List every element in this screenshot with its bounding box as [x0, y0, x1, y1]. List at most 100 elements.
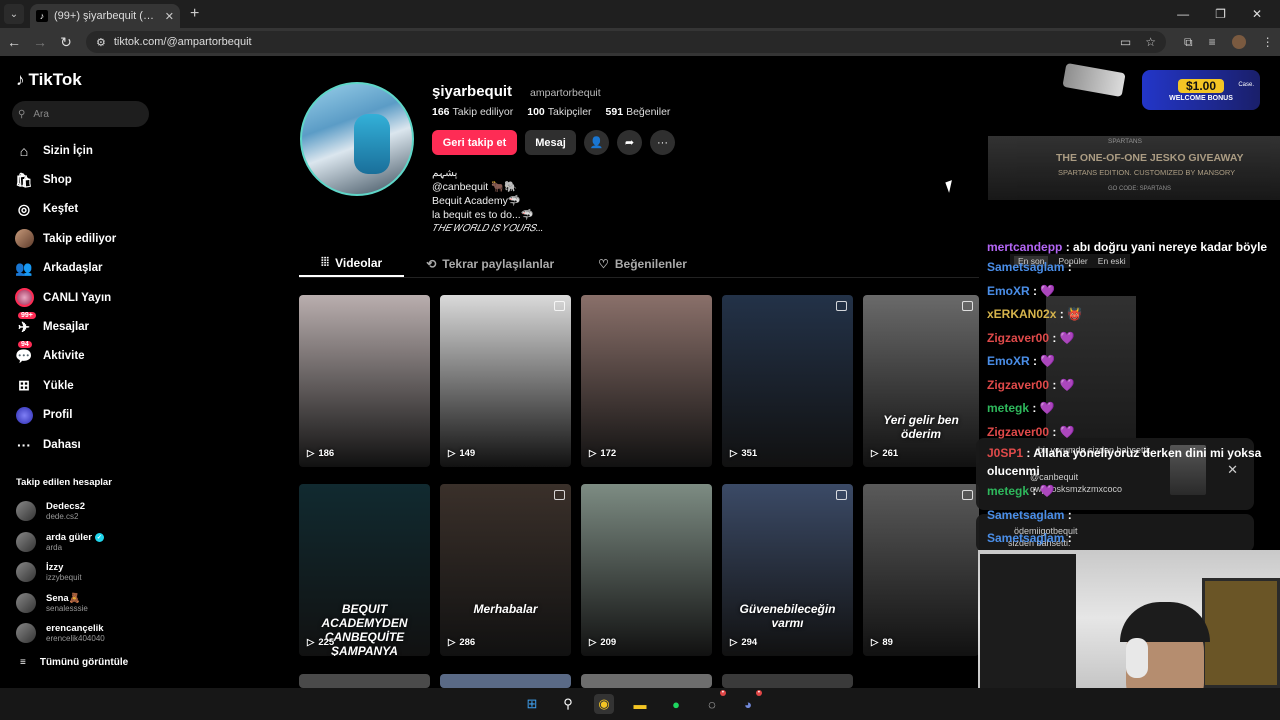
browser-menu-icon[interactable]: ⋮ [1262, 35, 1274, 50]
video-card[interactable]: BEQUIT ACADEMYDEN CANBEQUİTE ŞAMPANYA ▷ 22… [299, 484, 430, 656]
reload-icon[interactable]: ↻ [54, 34, 78, 51]
nav-item-messages[interactable]: ✈ 99+ Mesajlar [14, 312, 164, 341]
video-card-partial[interactable] [722, 674, 853, 688]
site-info-icon[interactable]: ⚙ [96, 36, 106, 49]
following-account[interactable]: Sena🧸 senalesssie [16, 588, 105, 619]
new-tab-button[interactable]: + [190, 5, 199, 23]
chat-username[interactable]: metegk [987, 401, 1029, 415]
chat-username[interactable]: EmoXR [987, 284, 1030, 298]
following-account[interactable]: İzzy izzybequit [16, 557, 105, 588]
nav-item-profile[interactable]: Profil [14, 401, 164, 430]
obs-icon[interactable]: ◌ • [702, 690, 726, 714]
close-tab-icon[interactable]: ✕ [165, 10, 174, 23]
bookmark-star-icon[interactable]: ☆ [1145, 35, 1156, 49]
video-card[interactable]: ▷ 89 [863, 484, 979, 656]
discord-icon[interactable]: ◕ • [738, 690, 762, 714]
reading-list-icon[interactable]: ≡ [1209, 35, 1216, 50]
follow-back-button[interactable]: Geri takip et [432, 130, 517, 155]
bio-line[interactable]: @canbequit 🐂🐘 [432, 180, 543, 194]
video-card[interactable]: ▷ 186 [299, 295, 430, 467]
browser-tab[interactable]: ♪ (99+) şiyarbequit (@ampartorbe ✕ [30, 4, 180, 28]
chat-username[interactable]: Sametsaglam [987, 508, 1064, 522]
chat-username[interactable]: mertcandepp [987, 240, 1062, 254]
extensions-icon[interactable]: ⧉ [1184, 35, 1193, 50]
verified-badge-icon: ✓ [94, 532, 104, 542]
video-card-partial[interactable] [299, 674, 430, 688]
stat-label: Takipçiler [547, 106, 592, 118]
see-all-button[interactable]: ≡ Tümünü görüntüle [20, 657, 128, 668]
window-controls: — ❐ ✕ [1177, 7, 1280, 21]
banner-text: WELCOME BONUS [1169, 94, 1233, 102]
minimize-icon[interactable]: — [1177, 7, 1189, 21]
chat-username[interactable]: Zigzaver00 [987, 378, 1049, 392]
following-accounts-list: Dedecs2 dede.cs2 arda güler ✓ arda İzzy izzy… [16, 496, 105, 649]
close-window-icon[interactable]: ✕ [1252, 7, 1262, 21]
view-count-value: 261 [882, 448, 899, 459]
video-card[interactable]: ▷ 172 [581, 295, 712, 467]
stat-value: 591 [605, 106, 624, 118]
nav-item-more[interactable]: ··· Dahası [14, 430, 164, 459]
chat-username[interactable]: EmoXR [987, 354, 1030, 368]
play-icon: ▷ [871, 448, 879, 459]
stat-followers[interactable]: 100 Takipçiler [527, 106, 591, 118]
stat-following[interactable]: 166 Takip ediliyor [432, 106, 513, 118]
view-count-value: 186 [318, 448, 335, 459]
casino-banner: $1.00 WELCOME BONUS Case. [1062, 60, 1260, 112]
tab-reposts[interactable]: ⟲ Tekrar paylaşılanlar [404, 250, 576, 277]
chat-username[interactable]: metegk [987, 484, 1029, 498]
account-handle: dede.cs2 [46, 512, 79, 522]
nav-item-explore[interactable]: ◎ Keşfet [14, 195, 164, 224]
back-icon[interactable]: ← [2, 34, 26, 50]
taskbar-search-icon[interactable]: ⚲ [558, 694, 578, 714]
cast-icon[interactable]: ▭ [1120, 35, 1131, 49]
more-options-icon[interactable]: ··· [650, 130, 675, 155]
video-card-partial[interactable] [581, 674, 712, 688]
video-card-partial[interactable] [440, 674, 571, 688]
following-account[interactable]: Dedecs2 dede.cs2 [16, 496, 105, 527]
nav-item-friends[interactable]: 👥 Arkadaşlar [14, 254, 164, 283]
chat-username[interactable]: Zigzaver00 [987, 425, 1049, 439]
search-input[interactable]: ⚲ Ara [12, 101, 149, 127]
nav-item-live[interactable]: CANLI Yayın [14, 283, 164, 312]
tab-liked[interactable]: ♡ Beğenilenler [576, 250, 709, 277]
following-account[interactable]: erencançelik erencelik404040 [16, 618, 105, 649]
nav-item-shop[interactable]: 🛍 Shop [14, 165, 164, 194]
tab-videos[interactable]: ⦙⦙⦙ Videolar [299, 250, 405, 277]
nav-item-activity[interactable]: 💬 94 Aktivite [14, 341, 164, 371]
message-button[interactable]: Mesaj [525, 130, 576, 155]
nav-item-following[interactable]: Takip ediliyor [14, 224, 164, 253]
profile-avatar[interactable] [300, 82, 414, 196]
file-explorer-icon[interactable]: ▬ [630, 694, 650, 714]
address-bar[interactable]: ⚙ tiktok.com/@ampartorbequit ▭ ☆ [86, 31, 1166, 53]
more-icon: ··· [17, 436, 31, 453]
upload-icon: ⊞ [18, 377, 30, 394]
restore-icon[interactable]: ❐ [1215, 7, 1226, 21]
video-card[interactable]: ▷ 149 [440, 295, 571, 467]
share-icon[interactable]: ➦ [617, 130, 642, 155]
video-card[interactable]: Yeri gelir ben öderim ▷ 261 [863, 295, 979, 467]
tab-search-button[interactable]: ⌄ [4, 4, 24, 24]
chat-text: 💜 [1059, 377, 1075, 392]
nav-item-upload[interactable]: ⊞ Yükle [14, 371, 164, 400]
following-account[interactable]: arda güler ✓ arda [16, 527, 105, 558]
video-card[interactable]: Merhabalar ▷ 286 [440, 484, 571, 656]
chrome-icon[interactable]: ◉ [594, 694, 614, 714]
video-card[interactable]: ▷ 209 [581, 484, 712, 656]
add-friend-icon[interactable]: 👤 [584, 130, 609, 155]
chat-username[interactable]: Sametsaglam [987, 531, 1064, 545]
stream-chat: mertcandepp : abı doğru yani nereye kada… [987, 238, 1277, 551]
windows-start-icon[interactable]: ⊞ [522, 694, 542, 714]
browser-profile-avatar[interactable] [1231, 34, 1246, 49]
tiktok-favicon: ♪ [36, 10, 48, 22]
stat-label: Beğeniler [626, 106, 671, 118]
chat-username[interactable]: J0SP1 [987, 446, 1023, 460]
spotify-icon[interactable]: ● [666, 694, 686, 714]
tiktok-logo[interactable]: ♪ TikTok [16, 70, 82, 90]
chat-username[interactable]: xERKAN02x [987, 307, 1056, 321]
chat-username[interactable]: Zigzaver00 [987, 331, 1049, 345]
video-card[interactable]: ▷ 351 [722, 295, 853, 467]
chat-username[interactable]: Sametsaglam [987, 260, 1064, 274]
nav-item-for-you[interactable]: ⌂ Sizin İçin [14, 136, 164, 165]
video-card[interactable]: Güvenebileceğin varmı ▷ 294 [722, 484, 853, 656]
forward-icon[interactable]: → [28, 34, 52, 50]
